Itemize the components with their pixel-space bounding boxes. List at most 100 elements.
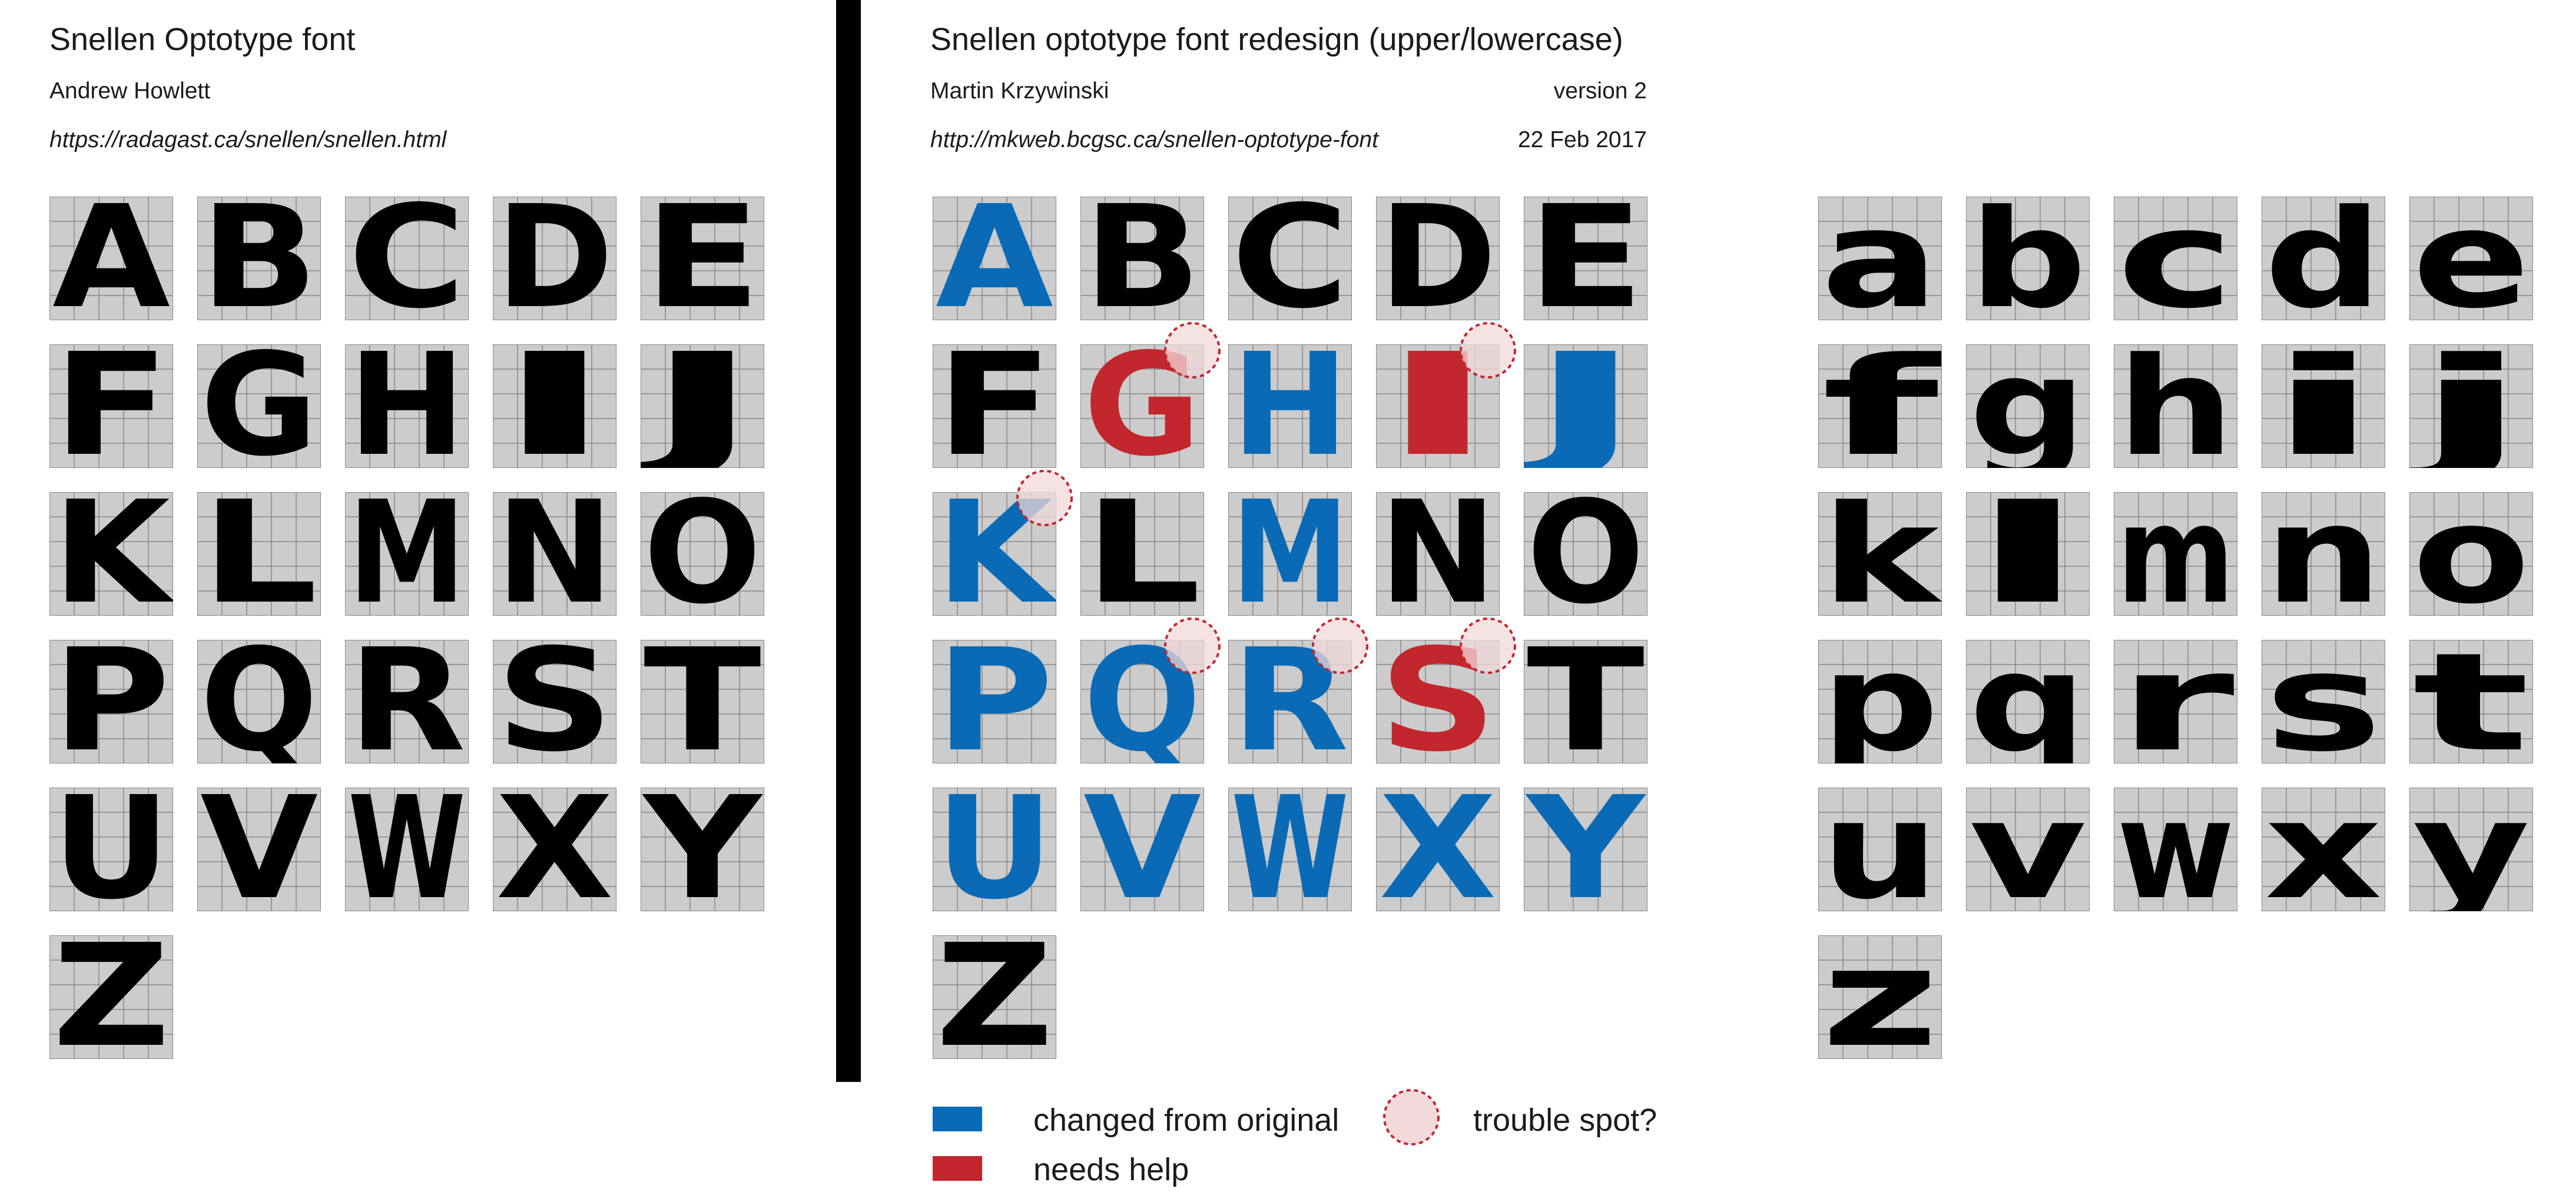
glyph-cell-lower-f: f [1818, 344, 1942, 468]
glyph-original-X: X [496, 788, 614, 911]
glyph-cell-lower-d: d [2262, 197, 2385, 320]
trouble-spot-marker-Q [1164, 617, 1221, 674]
glyph-cell-original-U: U [49, 788, 173, 911]
glyph-original-C: C [348, 197, 466, 320]
redesign-version: version 2 [1553, 78, 1647, 104]
glyph-cell-upper-A: A [933, 197, 1056, 320]
glyph-upper-D: D [1379, 197, 1497, 320]
glyph-cell-lower-z: z [1818, 935, 1942, 1059]
glyph-cell-upper-K: K [933, 470, 1073, 616]
glyph-cell-original-Y: Y [641, 788, 764, 911]
glyph-cell-upper-O: O [1524, 492, 1647, 616]
glyph-lower-g: g [1969, 344, 2087, 468]
glyph-cell-original-O: O [641, 492, 764, 616]
original-author: Andrew Howlett [49, 78, 211, 104]
glyph-lower-h: h [2117, 344, 2234, 468]
glyph-original-W: W [348, 788, 466, 911]
glyph-upper-P: P [936, 640, 1053, 763]
glyph-original-E: E [644, 197, 761, 320]
glyph-lower-s: s [2265, 640, 2382, 763]
glyph-cell-lower-a: a [1818, 197, 1942, 320]
glyph-cell-upper-J: J [1524, 344, 1647, 468]
glyph-lower-x: x [2265, 788, 2382, 911]
glyph-lower-p: p [1821, 640, 1939, 763]
glyph-original-V: V [200, 788, 318, 911]
glyph-cell-original-K: K [49, 492, 173, 616]
glyph-cell-original-S: S [493, 640, 616, 763]
glyph-upper-F: F [936, 344, 1053, 468]
glyph-lower-i: i [2265, 344, 2382, 468]
glyph-cell-upper-U: U [933, 788, 1056, 911]
glyph-cell-upper-T: T [1524, 640, 1647, 763]
glyph-cell-upper-H: H [1228, 344, 1352, 468]
glyph-cell-lower-h: h [2114, 344, 2237, 468]
glyph-lower-q: q [1969, 640, 2087, 763]
glyph-upper-U: U [936, 788, 1053, 911]
trouble-spot-marker-K [1016, 470, 1073, 526]
original-url: https://radagast.ca/snellen/snellen.html [49, 127, 447, 152]
glyph-cell-original-E: E [641, 197, 764, 320]
glyph-cell-lower-t: t [2409, 640, 2533, 763]
glyph-original-Y: Y [642, 788, 764, 911]
glyph-lower-f: f [1821, 344, 1942, 468]
redesign-url: http://mkweb.bcgsc.ca/snellen-optotype-f… [930, 127, 1378, 152]
glyph-cell-upper-Q: Q [1080, 617, 1221, 763]
glyph-upper-C: C [1231, 197, 1349, 320]
trouble-spot-marker-I [1460, 322, 1516, 378]
glyph-lower-o: o [2412, 492, 2530, 616]
glyph-upper-E: E [1527, 197, 1645, 320]
glyph-cell-original-V: V [197, 788, 321, 911]
glyph-upper-V: V [1083, 788, 1201, 911]
trouble-spot-marker-R [1312, 617, 1368, 674]
glyph-cell-upper-F: F [933, 344, 1056, 468]
glyph-cell-lower-e: e [2409, 197, 2533, 320]
glyph-original-I: I [496, 344, 614, 468]
glyph-cell-original-X: X [493, 788, 616, 911]
glyph-cell-original-A: A [49, 197, 173, 320]
glyph-cell-lower-o: o [2409, 492, 2533, 616]
glyph-cell-upper-Z: Z [933, 935, 1056, 1059]
glyph-cell-lower-p: p [1818, 640, 1942, 763]
glyph-lower-k: k [1821, 492, 1942, 616]
glyph-upper-M: M [1231, 492, 1349, 616]
glyph-cell-lower-j: j [2409, 344, 2533, 468]
glyph-original-N: N [496, 492, 614, 616]
glyph-cell-original-T: T [641, 640, 764, 763]
glyph-lower-z: z [1821, 935, 1939, 1059]
glyph-lower-t: t [2412, 640, 2530, 763]
glyph-cell-original-J: J [641, 344, 764, 468]
glyph-cell-upper-X: X [1376, 788, 1500, 911]
redesign-date: 22 Feb 2017 [1517, 127, 1647, 152]
glyph-cell-original-W: W [345, 788, 469, 911]
glyph-lower-c: c [2117, 197, 2234, 320]
glyph-lower-w: w [2117, 788, 2234, 911]
glyph-lower-e: e [2412, 197, 2530, 320]
glyph-upper-Y: Y [1525, 788, 1647, 911]
glyph-upper-B: B [1083, 197, 1201, 320]
glyph-original-H: H [348, 344, 466, 468]
glyph-cell-lower-r: r [2114, 640, 2237, 763]
legend-changed-label: changed from original [1033, 1103, 1340, 1138]
glyph-cell-original-R: R [345, 640, 469, 763]
glyph-cell-lower-c: c [2114, 197, 2237, 320]
glyph-cell-lower-u: u [1818, 788, 1942, 911]
glyph-original-Z: Z [52, 935, 170, 1059]
glyph-cell-original-B: B [197, 197, 321, 320]
glyph-cell-upper-R: R [1228, 617, 1368, 763]
glyph-cell-original-I: I [493, 344, 616, 468]
glyph-cell-upper-E: E [1524, 197, 1647, 320]
glyph-cell-lower-l: l [1966, 492, 2090, 616]
glyph-original-G: G [200, 344, 318, 468]
glyph-upper-W: W [1231, 788, 1349, 911]
glyph-cell-original-H: H [345, 344, 469, 468]
glyph-original-O: O [644, 492, 761, 616]
glyph-lower-d: d [2265, 197, 2382, 320]
glyph-original-M: M [348, 492, 466, 616]
glyph-cell-original-F: F [49, 344, 173, 468]
glyph-cell-original-C: C [345, 197, 469, 320]
glyph-cell-original-P: P [49, 640, 173, 763]
glyph-cell-original-N: N [493, 492, 616, 616]
legend-needs-help-swatch [933, 1156, 982, 1181]
glyph-cell-original-Q: Q [197, 640, 321, 763]
glyph-lower-r: r [2117, 640, 2234, 763]
